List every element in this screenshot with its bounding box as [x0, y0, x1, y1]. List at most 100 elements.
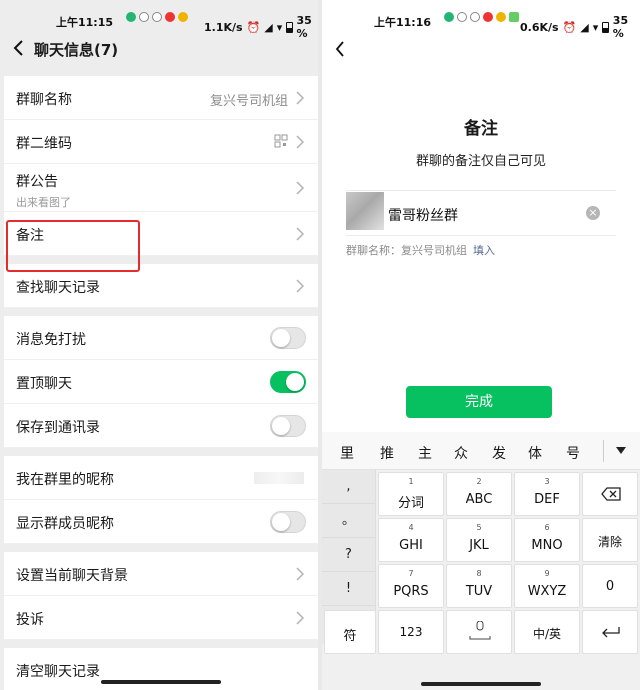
- microphone-icon: [469, 621, 491, 640]
- candidate-word[interactable]: 发: [492, 443, 506, 463]
- backspace-icon: [601, 487, 621, 501]
- fill-in-link[interactable]: 填入: [473, 244, 495, 257]
- row-label: 群公告: [16, 174, 58, 190]
- number-key[interactable]: 123: [378, 610, 444, 654]
- remark-highlight-box: [6, 220, 140, 272]
- status-right: 0.6K/s ⏰ ◢ ▾ 35 %: [520, 14, 640, 40]
- row-my-nickname[interactable]: 我在群里的昵称: [4, 456, 318, 500]
- row-background[interactable]: 设置当前聊天背景: [4, 552, 318, 596]
- back-icon[interactable]: [334, 40, 346, 58]
- home-indicator: [101, 680, 221, 684]
- chevron-right-icon: [296, 279, 304, 293]
- chat-info-screen: 上午11:15 1.1K/s ⏰ ◢ ▾ 35 % 聊天信息(7) 群聊名称 复…: [0, 0, 322, 690]
- candidate-bar: 里 推 主 众 发 体 号: [322, 432, 640, 470]
- key-6[interactable]: 6 MNO: [514, 518, 580, 562]
- app-icon: [457, 12, 467, 22]
- clear-input-icon[interactable]: ×: [586, 206, 600, 220]
- nickname-value-blurred: [254, 472, 304, 484]
- home-indicator: [421, 682, 541, 686]
- enter-icon: [602, 627, 620, 638]
- app-icon: [178, 12, 188, 22]
- row-label: 我在群里的昵称: [16, 472, 114, 488]
- divider: [346, 235, 616, 236]
- row-group-name[interactable]: 群聊名称 复兴号司机组: [4, 76, 318, 120]
- notification-icons: [126, 12, 188, 22]
- candidate-word[interactable]: 号: [566, 443, 580, 463]
- app-icon: [444, 12, 454, 22]
- show-nicknames-toggle[interactable]: [270, 511, 306, 533]
- chevron-right-icon: [296, 227, 304, 241]
- chevron-right-icon: [296, 567, 304, 581]
- punct-key[interactable]: 。: [322, 504, 375, 538]
- group-name-hint: 群聊名称：复兴号司机组 填入: [346, 242, 495, 258]
- header: 聊天信息(7): [0, 30, 322, 68]
- clear-key[interactable]: 清除: [582, 518, 638, 562]
- app-icon: [152, 12, 162, 22]
- key-1[interactable]: 1 分词: [378, 472, 444, 516]
- key-5[interactable]: 5 JKL: [446, 518, 512, 562]
- row-mute: 消息免打扰: [4, 316, 318, 360]
- row-label: 置顶聊天: [16, 376, 72, 392]
- divider: [346, 190, 616, 191]
- app-icon: [139, 12, 149, 22]
- key-4[interactable]: 4 GHI: [378, 518, 444, 562]
- row-qr-code[interactable]: 群二维码: [4, 120, 318, 164]
- notification-icons: [444, 12, 519, 22]
- backspace-key[interactable]: [582, 472, 638, 516]
- network-speed: 0.6K/s: [520, 20, 559, 34]
- keyboard: 里 推 主 众 发 体 号 , 。 ? ! 1 分词 2 ABC 3 DEF 4 GHI…: [322, 432, 640, 690]
- app-icon: [509, 12, 519, 22]
- hint-text: 群聊名称：复兴号司机组: [346, 244, 467, 257]
- row-label: 查找聊天记录: [16, 280, 100, 296]
- status-time: 上午11:16: [374, 16, 432, 29]
- signal-icon: ◢: [580, 20, 589, 34]
- candidate-word[interactable]: 主: [418, 443, 432, 463]
- mute-toggle[interactable]: [270, 327, 306, 349]
- back-icon[interactable]: [12, 38, 26, 58]
- candidate-word[interactable]: 推: [380, 443, 394, 463]
- save-contacts-toggle[interactable]: [270, 415, 306, 437]
- pin-toggle[interactable]: [270, 371, 306, 393]
- status-bar: 上午11:16 0.6K/s ⏰ ◢ ▾ 35 %: [322, 0, 640, 40]
- row-label: 群聊名称: [16, 92, 72, 108]
- key-3[interactable]: 3 DEF: [514, 472, 580, 516]
- candidate-word[interactable]: 里: [340, 443, 354, 463]
- row-pin: 置顶聊天: [4, 360, 318, 404]
- app-icon: [126, 12, 136, 22]
- chevron-right-icon: [296, 181, 304, 195]
- punct-key[interactable]: ?: [322, 538, 375, 572]
- row-save-contacts: 保存到通讯录: [4, 404, 318, 448]
- punct-key[interactable]: !: [322, 572, 375, 606]
- row-label: 清空聊天记录: [16, 664, 100, 680]
- row-notice[interactable]: 群公告 出来看图了: [4, 164, 318, 212]
- remark-input[interactable]: 雷哥粉丝群: [388, 205, 458, 225]
- wifi-icon: ▾: [592, 20, 599, 34]
- candidate-word[interactable]: 众: [454, 443, 468, 463]
- done-button[interactable]: 完成: [406, 386, 552, 418]
- candidate-word[interactable]: 体: [528, 443, 542, 463]
- enter-key[interactable]: [582, 610, 638, 654]
- key-0[interactable]: 0: [582, 564, 638, 608]
- page-title: 备注: [464, 119, 498, 139]
- status-time: 上午11:15: [56, 16, 114, 29]
- row-report[interactable]: 投诉: [4, 596, 318, 640]
- row-label: 投诉: [16, 612, 44, 628]
- battery-icon: [602, 21, 609, 33]
- row-label: 群二维码: [16, 136, 72, 152]
- page-title: 聊天信息(7): [34, 41, 119, 59]
- punct-key[interactable]: ,: [322, 470, 375, 504]
- key-9[interactable]: 9 WXYZ: [514, 564, 580, 608]
- key-2[interactable]: 2 ABC: [446, 472, 512, 516]
- language-switch-key[interactable]: 中/英: [514, 610, 580, 654]
- row-label: 设置当前聊天背景: [16, 568, 128, 584]
- expand-candidates-icon[interactable]: [616, 447, 626, 454]
- key-7[interactable]: 7 PQRS: [378, 564, 444, 608]
- symbol-key[interactable]: 符: [324, 610, 376, 654]
- row-label: 保存到通讯录: [16, 420, 100, 436]
- key-8[interactable]: 8 TUV: [446, 564, 512, 608]
- group-name-value: 复兴号司机组: [209, 94, 288, 109]
- notice-preview: 出来看图了: [16, 196, 71, 209]
- space-key[interactable]: [446, 610, 512, 654]
- app-icon: [470, 12, 480, 22]
- chevron-right-icon: [296, 611, 304, 625]
